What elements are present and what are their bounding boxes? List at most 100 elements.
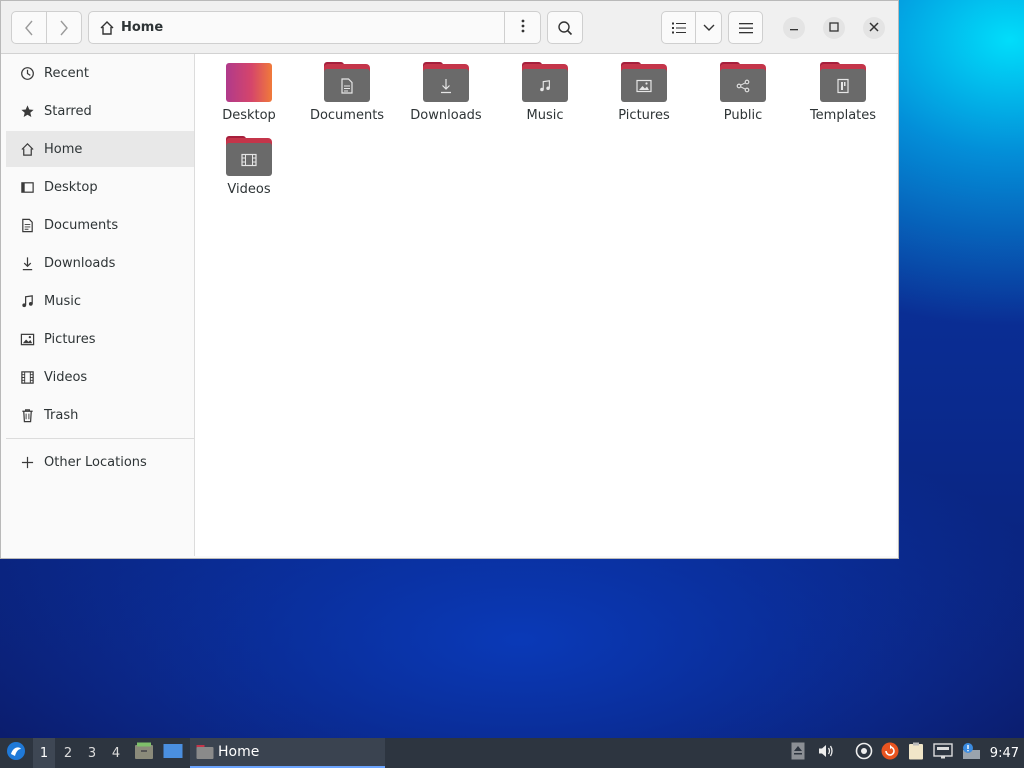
workspace-1[interactable]: 1 [33, 738, 55, 768]
clock[interactable]: 9:47 [990, 738, 1019, 768]
trash-icon [18, 406, 36, 424]
search-icon [557, 20, 573, 36]
workspace-label: 1 [39, 745, 49, 761]
sidebar-item-home[interactable]: Home [6, 131, 194, 167]
sidebar-item-label: Documents [44, 217, 119, 233]
desktop-icon [18, 178, 36, 196]
network-button[interactable] [932, 738, 954, 768]
view-options-button[interactable] [695, 11, 722, 44]
workspace-label: 3 [87, 745, 97, 761]
workspace-label: 4 [111, 745, 121, 761]
sidebar-item-other-locations[interactable]: Other Locations [6, 444, 194, 480]
notification-button[interactable] [959, 738, 983, 768]
folder-item-documents[interactable]: Documents [301, 62, 393, 123]
path-menu-button[interactable] [504, 12, 540, 43]
folder-item-templates[interactable]: Templates [797, 62, 889, 123]
sidebar-item-downloads[interactable]: Downloads [6, 245, 194, 281]
chevron-right-icon [59, 20, 69, 36]
hamburger-menu-icon [738, 22, 753, 34]
header-bar: Home [1, 1, 898, 54]
desktop-folder-icon [226, 62, 272, 102]
workspace-label: 2 [63, 745, 73, 761]
folder-label: Downloads [410, 108, 482, 123]
forward-button[interactable] [46, 11, 82, 44]
sidebar-item-recent[interactable]: Recent [6, 55, 194, 91]
network-icon [933, 743, 953, 763]
maximize-button[interactable] [823, 17, 845, 39]
document-icon [18, 216, 36, 234]
sidebar-item-label: Desktop [44, 179, 98, 195]
eject-icon [791, 742, 805, 764]
sidebar-item-label: Home [44, 141, 83, 157]
folder-item-public[interactable]: Public [697, 62, 789, 123]
main-menu-button[interactable] [728, 11, 763, 44]
folder-item-videos[interactable]: Videos [203, 136, 295, 197]
workspace-3[interactable]: 3 [81, 738, 103, 768]
workspace-4[interactable]: 4 [105, 738, 127, 768]
file-cabinet-icon [134, 742, 154, 764]
places-sidebar: Recent Starred Home Desktop Documents Do… [6, 54, 195, 556]
list-view-button[interactable] [661, 11, 696, 44]
volume-button[interactable] [815, 738, 837, 768]
sidebar-item-label: Pictures [44, 331, 96, 347]
vertical-dots-icon [521, 19, 525, 37]
show-desktop-button[interactable] [160, 738, 186, 768]
folder-item-pictures[interactable]: Pictures [598, 62, 690, 123]
folder-label: Public [723, 108, 763, 123]
desktop-icon [163, 743, 183, 763]
sidebar-item-music[interactable]: Music [6, 283, 194, 319]
sidebar-item-pictures[interactable]: Pictures [6, 321, 194, 357]
document-folder-icon [324, 62, 370, 102]
plus-icon [18, 453, 36, 471]
list-view-icon [671, 22, 686, 34]
picture-icon [18, 330, 36, 348]
update-notifier-button[interactable] [879, 738, 901, 768]
sidebar-item-trash[interactable]: Trash [6, 397, 194, 433]
file-manager-window: Home Recent Starred Home Desktop Documen… [0, 0, 899, 559]
music-icon [18, 292, 36, 310]
sidebar-item-documents[interactable]: Documents [6, 207, 194, 243]
sidebar-item-label: Downloads [44, 255, 116, 271]
download-icon [18, 254, 36, 272]
path-bar: Home [88, 11, 541, 44]
clipboard-button[interactable] [905, 738, 927, 768]
minimize-icon [789, 21, 799, 36]
back-button[interactable] [11, 11, 47, 44]
chevron-left-icon [24, 20, 34, 36]
star-icon [18, 102, 36, 120]
home-icon [99, 20, 115, 36]
folder-label: Documents [309, 108, 385, 123]
folder-label: Pictures [618, 108, 670, 123]
folder-label: Music [526, 108, 564, 123]
eject-button[interactable] [788, 738, 808, 768]
folder-item-downloads[interactable]: Downloads [400, 62, 492, 123]
sidebar-item-videos[interactable]: Videos [6, 359, 194, 395]
sidebar-item-starred[interactable]: Starred [6, 93, 194, 129]
file-manager-launcher[interactable] [131, 738, 157, 768]
path-home-button[interactable]: Home [89, 12, 506, 43]
sidebar-item-desktop[interactable]: Desktop [6, 169, 194, 205]
folder-item-desktop[interactable]: Desktop [203, 62, 295, 123]
sidebar-item-label: Other Locations [44, 454, 147, 470]
notification-icon [960, 742, 982, 764]
distro-logo-icon [6, 741, 26, 765]
video-folder-icon [226, 136, 272, 176]
folder-label: Templates [809, 108, 877, 123]
sidebar-item-label: Starred [44, 103, 92, 119]
folder-item-music[interactable]: Music [499, 62, 591, 123]
app-menu-button[interactable] [2, 738, 30, 768]
minimize-button[interactable] [783, 17, 805, 39]
share-folder-icon [720, 62, 766, 102]
screenshot-tray-button[interactable] [853, 738, 875, 768]
close-icon [869, 21, 879, 36]
sidebar-separator [6, 438, 194, 439]
search-button[interactable] [547, 11, 583, 44]
maximize-icon [829, 21, 839, 36]
update-icon [881, 742, 899, 764]
volume-icon [817, 743, 835, 763]
workspace-2[interactable]: 2 [57, 738, 79, 768]
clock-icon [18, 64, 36, 82]
taskbar-window-home[interactable]: Home [190, 738, 385, 768]
close-button[interactable] [863, 17, 885, 39]
sidebar-item-label: Videos [44, 369, 88, 385]
